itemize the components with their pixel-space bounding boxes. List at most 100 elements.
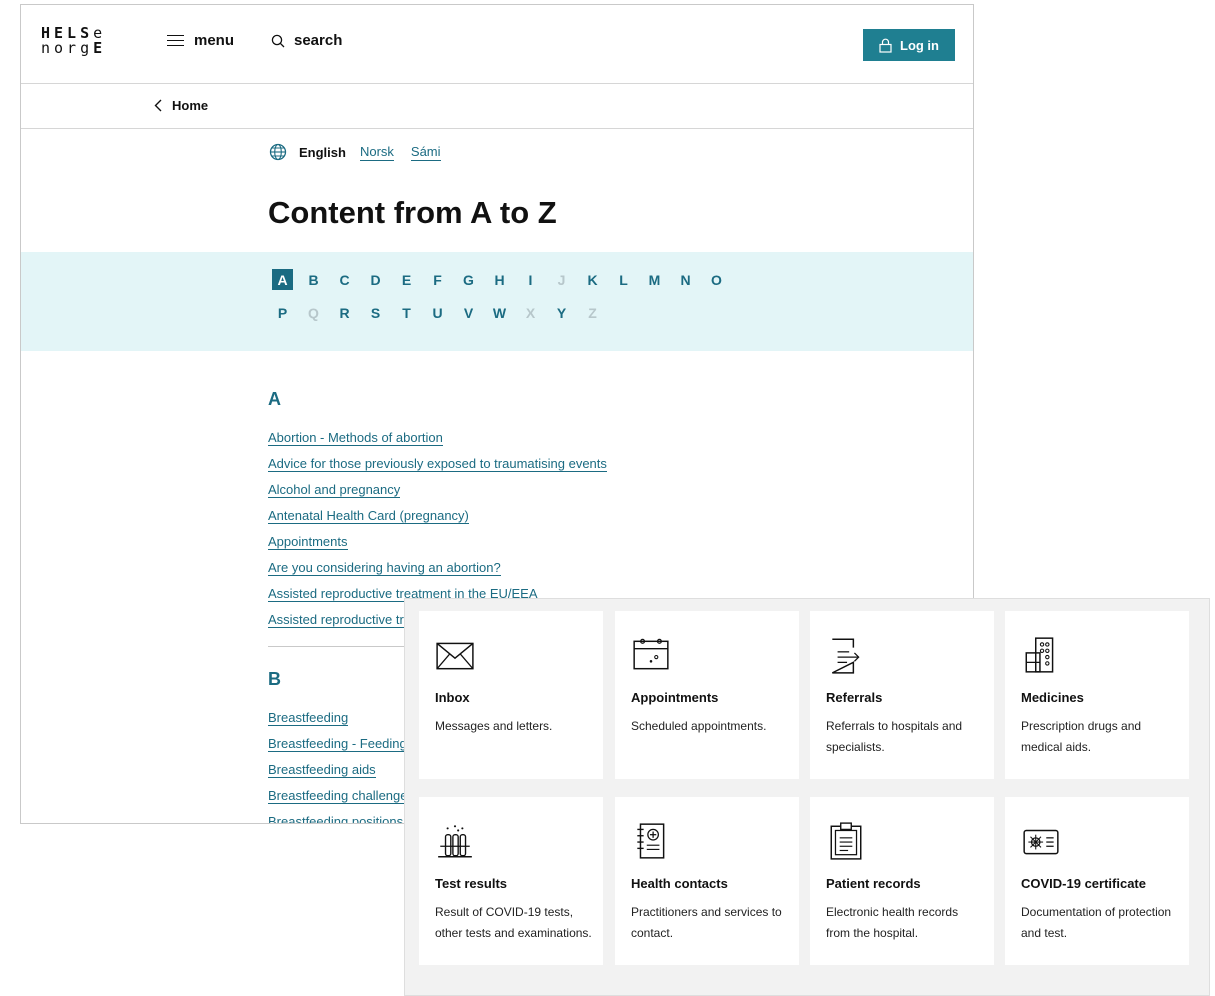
alphabet-letter-t[interactable]: T <box>396 302 417 323</box>
breadcrumb-bar: Home <box>21 84 973 129</box>
alphabet-letter-v[interactable]: V <box>458 302 479 323</box>
service-card-description: Practitioners and services to contact. <box>631 905 782 940</box>
service-card-appointments[interactable]: Appointments Scheduled appointments. <box>615 611 799 779</box>
article-link[interactable]: Antenatal Health Card (pregnancy) <box>268 508 469 524</box>
alphabet-letter-a[interactable]: A <box>272 269 293 290</box>
alphabet-letter-n[interactable]: N <box>675 269 696 290</box>
list-item: Antenatal Health Card (pregnancy) <box>268 507 607 533</box>
service-card-title: Test results <box>435 876 508 891</box>
service-card-medicines[interactable]: Medicines Prescription drugs and medical … <box>1005 611 1189 779</box>
list-item: Breastfeeding <box>268 709 408 735</box>
alphabet-letter-b[interactable]: B <box>303 269 324 290</box>
service-card-patient-records[interactable]: Patient records Electronic health records… <box>810 797 994 965</box>
globe-icon <box>269 143 287 161</box>
article-link[interactable]: Breastfeeding challenge <box>268 788 408 804</box>
helsenorge-logo[interactable]: HELSe norgE <box>41 26 106 56</box>
service-card-health-contacts[interactable]: Health contacts Practitioners and service… <box>615 797 799 965</box>
alphabet-letter-h[interactable]: H <box>489 269 510 290</box>
alphabet-letter-f[interactable]: F <box>427 269 448 290</box>
alphabet-letter-p[interactable]: P <box>272 302 293 323</box>
alphabet-letter-s[interactable]: S <box>365 302 386 323</box>
referral-document-icon <box>831 638 860 674</box>
alphabet-letter-d[interactable]: D <box>365 269 386 290</box>
service-card-referrals[interactable]: Referrals Referrals to hospitals and spec… <box>810 611 994 779</box>
list-item: Breastfeeding - Feeding <box>268 735 408 761</box>
article-link[interactable]: Advice for those previously exposed to t… <box>268 456 607 472</box>
alphabet-row-2: PQRSTUVWXYZ <box>272 302 613 323</box>
hamburger-icon <box>167 34 184 47</box>
list-item: Appointments <box>268 533 607 559</box>
alphabet-letter-g[interactable]: G <box>458 269 479 290</box>
service-card-covid-19-certificate[interactable]: COVID-19 certificate Documentation of pro… <box>1005 797 1189 965</box>
list-item: Breastfeeding positions <box>268 813 408 823</box>
service-card-title: Medicines <box>1021 690 1084 705</box>
article-link[interactable]: Appointments <box>268 534 348 550</box>
list-item: Breastfeeding challenge <box>268 787 408 813</box>
article-link[interactable]: Breastfeeding <box>268 710 349 726</box>
alphabet-letter-j: J <box>557 271 566 288</box>
alphabet-letter-x: X <box>525 304 536 321</box>
service-card-description: Electronic health records from the hospi… <box>826 905 959 940</box>
service-card-title: Inbox <box>435 690 470 705</box>
alphabet-letter-u[interactable]: U <box>427 302 448 323</box>
search-label: search <box>294 32 343 49</box>
article-link[interactable]: Alcohol and pregnancy <box>268 482 401 498</box>
search-icon <box>271 34 285 47</box>
service-card-title: Patient records <box>826 876 921 891</box>
list-item: Abortion - Methods of abortion <box>268 429 607 455</box>
test-tubes-icon <box>438 825 472 858</box>
alphabet-letter-i[interactable]: I <box>520 269 541 290</box>
alphabet-letter-q: Q <box>308 304 319 321</box>
article-link[interactable]: Breastfeeding - Feeding <box>268 736 407 752</box>
service-card-description: Result of COVID-19 tests, other tests an… <box>435 905 592 940</box>
alphabet-letter-k[interactable]: K <box>582 269 603 290</box>
alphabet-row-1: ABCDEFGHIJKLMNO <box>272 269 737 290</box>
login-button[interactable]: Log in <box>863 29 955 61</box>
alphabet-letter-c[interactable]: C <box>334 269 355 290</box>
service-card-description: Documentation of protection and test. <box>1021 905 1172 940</box>
menu-button[interactable]: menu <box>167 32 234 49</box>
certificate-icon <box>1023 829 1059 855</box>
alphabet-letter-y[interactable]: Y <box>551 302 572 323</box>
list-item: Advice for those previously exposed to t… <box>268 455 607 481</box>
service-card-description: Referrals to hospitals and specialists. <box>826 719 963 754</box>
service-card-description: Scheduled appointments. <box>631 719 767 733</box>
alphabet-letter-r[interactable]: R <box>334 302 355 323</box>
service-card-inbox[interactable]: Inbox Messages and letters. <box>419 611 603 779</box>
article-link[interactable]: Assisted reproductive tr <box>268 612 404 628</box>
language-link-norsk[interactable]: Norsk <box>359 144 394 161</box>
page-title: Content from A to Z <box>268 195 557 230</box>
search-button[interactable]: search <box>271 32 342 49</box>
article-link[interactable]: Breastfeeding positions <box>268 814 404 823</box>
login-label: Log in <box>900 37 939 53</box>
service-card-description: Messages and letters. <box>435 719 553 733</box>
list-item: Are you considering having an abortion? <box>268 559 607 585</box>
list-item: Breastfeeding aids <box>268 761 408 787</box>
alphabet-letter-z: Z <box>588 304 597 321</box>
section-list-b: Breastfeeding Breastfeeding - Feeding Brea… <box>268 709 408 823</box>
service-card-test-results[interactable]: Test results Result of COVID-19 tests, ot… <box>419 797 603 965</box>
pill-pack-icon <box>1025 637 1054 673</box>
alphabet-letter-w[interactable]: W <box>489 302 510 323</box>
calendar-icon <box>633 638 669 670</box>
chevron-left-icon <box>154 99 162 112</box>
clipboard-icon <box>830 822 862 860</box>
article-link[interactable]: Abortion - Methods of abortion <box>268 430 443 446</box>
breadcrumb-home-link[interactable]: Home <box>154 98 208 113</box>
article-link[interactable]: Breastfeeding aids <box>268 762 376 778</box>
lock-icon <box>879 38 892 53</box>
alphabet-letter-m[interactable]: M <box>644 269 665 290</box>
alphabet-letter-o[interactable]: O <box>706 269 727 290</box>
section-heading-b: B <box>268 669 281 689</box>
services-panel: Inbox Messages and letters. Appointments Sc… <box>404 598 1210 996</box>
alphabet-letter-e[interactable]: E <box>396 269 417 290</box>
site-header: HELSe norgE menu search Log in <box>21 5 973 84</box>
language-link-sami[interactable]: Sámi <box>410 144 441 161</box>
service-card-title: Referrals <box>826 690 883 705</box>
article-link[interactable]: Are you considering having an abortion? <box>268 560 501 576</box>
section-heading-a: A <box>268 389 281 409</box>
service-card-title: COVID-19 certificate <box>1021 876 1146 891</box>
breadcrumb-label: Home <box>172 98 209 113</box>
language-switcher: English Norsk Sámi <box>269 143 458 161</box>
alphabet-letter-l[interactable]: L <box>613 269 634 290</box>
